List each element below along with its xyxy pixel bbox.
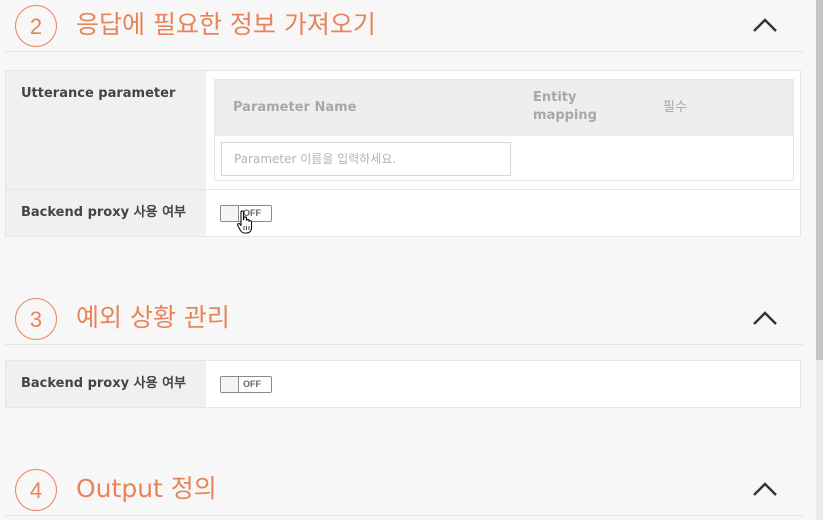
chevron-up-icon[interactable] <box>752 14 778 36</box>
column-required: 필수 <box>663 100 687 115</box>
section-3-title: 예외 상황 관리 <box>76 303 230 332</box>
parameter-name-input[interactable]: Parameter 이름을 입력하세요. <box>221 142 511 176</box>
section-2-panel: Utterance parameter Parameter Name Entit… <box>5 70 801 237</box>
chevron-up-icon[interactable] <box>752 307 778 329</box>
section-2-title: 응답에 필요한 정보 가져오기 <box>76 10 376 39</box>
section-divider <box>5 515 803 516</box>
backend-proxy-label: Backend proxy 사용 여부 <box>6 190 206 236</box>
parameter-table-header: Parameter Name Entity mapping 필수 <box>215 80 793 136</box>
vertical-scrollbar[interactable] <box>816 0 823 520</box>
section-4-header: 4 Output 정의 <box>0 464 803 516</box>
section-2-header: 2 응답에 필요한 정보 가져오기 <box>0 0 803 52</box>
column-parameter-name: Parameter Name <box>233 100 357 115</box>
toggle-knob <box>221 377 239 392</box>
utterance-parameter-row: Utterance parameter Parameter Name Entit… <box>6 71 800 190</box>
section-divider <box>5 51 803 52</box>
chevron-up-icon[interactable] <box>752 478 778 500</box>
section-2-number: 2 <box>15 5 57 47</box>
toggle-state-text: OFF <box>243 379 261 389</box>
section-divider <box>5 344 803 345</box>
backend-proxy-row: Backend proxy 사용 여부 OFF <box>6 361 800 407</box>
scrollbar-thumb[interactable] <box>816 0 823 360</box>
utterance-parameter-label: Utterance parameter <box>6 71 206 189</box>
column-entity-mapping: Entity mapping <box>533 90 597 123</box>
section-3-panel: Backend proxy 사용 여부 OFF <box>5 360 801 408</box>
section-4-number: 4 <box>15 469 57 511</box>
parameter-table: Parameter Name Entity mapping 필수 Paramet… <box>214 79 794 181</box>
section-3-number: 3 <box>15 298 57 340</box>
backend-proxy-toggle[interactable]: OFF <box>220 376 272 393</box>
backend-proxy-row: Backend proxy 사용 여부 OFF <box>6 190 800 236</box>
section-4-title: Output 정의 <box>76 474 217 503</box>
backend-proxy-label: Backend proxy 사용 여부 <box>6 361 206 407</box>
hand-pointer-icon <box>237 210 253 234</box>
section-3-header: 3 예외 상황 관리 <box>0 293 803 345</box>
